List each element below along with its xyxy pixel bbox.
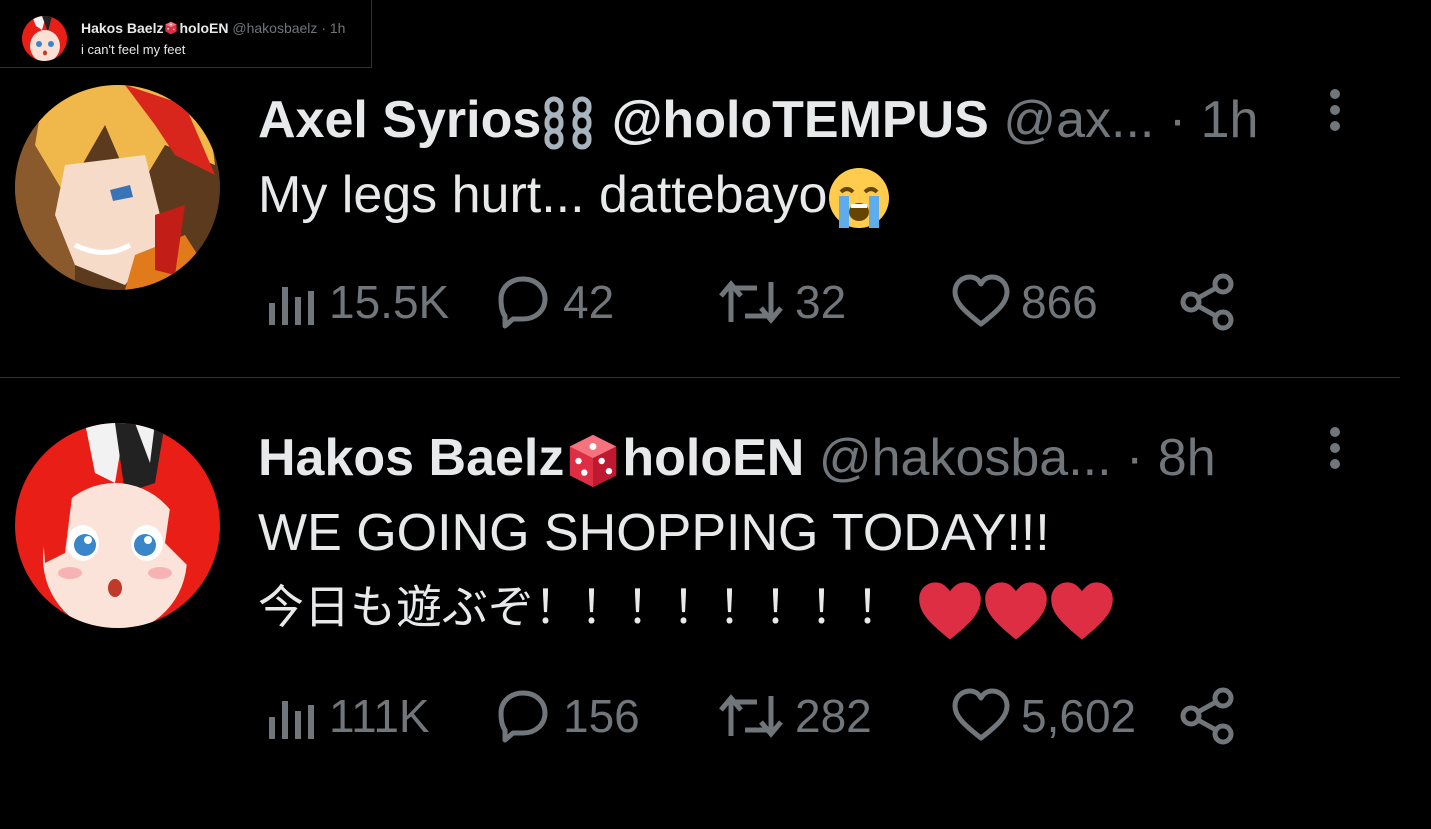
quoted-header: Hakos Baelz holoEN @hakosbaelz · 1h: [81, 20, 345, 36]
tweet-2-views[interactable]: 111K: [265, 686, 430, 746]
tweet-2-like-button[interactable]: 5,602: [951, 686, 1136, 746]
share-icon: [1180, 687, 1234, 745]
tweet-2-retweet-button[interactable]: 282: [717, 686, 872, 746]
like-icon: [952, 688, 1010, 741]
tweet-1-text: My legs hurt... dattebayo: [258, 160, 891, 230]
tweet-1-text-content: My legs hurt... dattebayo: [258, 166, 828, 224]
quoted-author-org[interactable]: holoEN: [179, 20, 228, 36]
quoted-timestamp[interactable]: 1h: [330, 20, 346, 36]
retweet-icon: [719, 694, 783, 738]
tweet-2-share-button[interactable]: [1179, 686, 1237, 746]
tweet-1-timestamp[interactable]: 1h: [1201, 91, 1259, 149]
tweet-1-views[interactable]: 15.5K: [265, 272, 449, 332]
tweet-2-author-handle[interactable]: @hakosba...: [819, 429, 1112, 487]
dice-emoji: [165, 21, 178, 35]
heart-emoji: [1050, 582, 1113, 640]
tweet-2-text: WE GOING SHOPPING TODAY!!! 今日も遊ぶぞ！！！！！！！…: [258, 498, 1115, 642]
chains-emoji: [544, 96, 592, 150]
more-icon[interactable]: [1322, 88, 1348, 140]
tweet-2-reply-count: 156: [563, 690, 640, 742]
tweet-2-separator: ·: [1126, 429, 1144, 487]
tweet-2-author-org[interactable]: holoEN: [622, 429, 804, 487]
retweet-icon: [719, 280, 783, 324]
tweet-1-retweet-count: 32: [795, 276, 847, 328]
tweet-2-header: Hakos Baelz holoEN @hakosba... · 8h: [258, 432, 1216, 490]
tweet-1-reply-count: 42: [563, 276, 615, 328]
reply-icon: [498, 276, 548, 329]
tweet-1-separator: ·: [1168, 91, 1187, 149]
share-icon: [1180, 273, 1234, 331]
tweet-1-like-count: 866: [1021, 276, 1098, 328]
tweet-1-author-handle[interactable]: @ax...: [1003, 91, 1154, 149]
views-icon: [269, 701, 314, 739]
tweet-1-author-name[interactable]: Axel Syrios: [258, 91, 541, 149]
tweet-2-views-count: 111K: [329, 690, 430, 742]
tweet-2-reply-button[interactable]: 156: [493, 686, 640, 746]
crying-emoji: [829, 168, 890, 229]
heart-emoji: [984, 582, 1047, 640]
quoted-author-handle[interactable]: @hakosbaelz: [232, 20, 317, 36]
tweet-2-text-line1: WE GOING SHOPPING TODAY!!!: [258, 504, 1050, 562]
tweet-2-avatar[interactable]: [15, 423, 220, 628]
tweet-divider: [0, 377, 1400, 378]
tweet-1-retweet-button[interactable]: 32: [717, 272, 846, 332]
views-icon: [269, 287, 314, 325]
tweet-2-text-line2: 今日も遊ぶぞ！！！！！！！！: [258, 580, 902, 635]
tweet-1-header: Axel Syrios @holoTEMPUS @ax... · 1h: [258, 94, 1258, 151]
tweet-2-like-count: 5,602: [1021, 690, 1137, 742]
tweet-2-text-line2-row: 今日も遊ぶぞ！！！！！！！！: [258, 576, 1115, 642]
quoted-separator: ·: [321, 20, 326, 36]
tweet-2-retweet-count: 282: [795, 690, 872, 742]
reply-icon: [498, 690, 548, 743]
tweet-1-like-button[interactable]: 866: [951, 272, 1098, 332]
tweet-1-author-org[interactable]: @holoTEMPUS: [612, 91, 989, 149]
like-icon: [952, 274, 1010, 327]
quoted-tweet[interactable]: Hakos Baelz holoEN @hakosbaelz · 1h i can…: [0, 0, 372, 68]
dice-emoji: [570, 435, 617, 488]
tweet-2-author-name[interactable]: Hakos Baelz: [258, 429, 564, 487]
heart-emoji: [918, 582, 981, 640]
tweet-2-timestamp[interactable]: 8h: [1158, 429, 1216, 487]
tweet-1-views-count: 15.5K: [329, 276, 450, 328]
more-icon[interactable]: [1322, 426, 1348, 478]
quoted-text: i can't feel my feet: [81, 42, 186, 57]
tweet-1-share-button[interactable]: [1179, 272, 1237, 332]
tweet-1-avatar[interactable]: [15, 85, 220, 290]
quoted-author-name[interactable]: Hakos Baelz: [81, 20, 163, 36]
quoted-avatar[interactable]: [22, 16, 67, 61]
tweet-1-reply-button[interactable]: 42: [493, 272, 614, 332]
